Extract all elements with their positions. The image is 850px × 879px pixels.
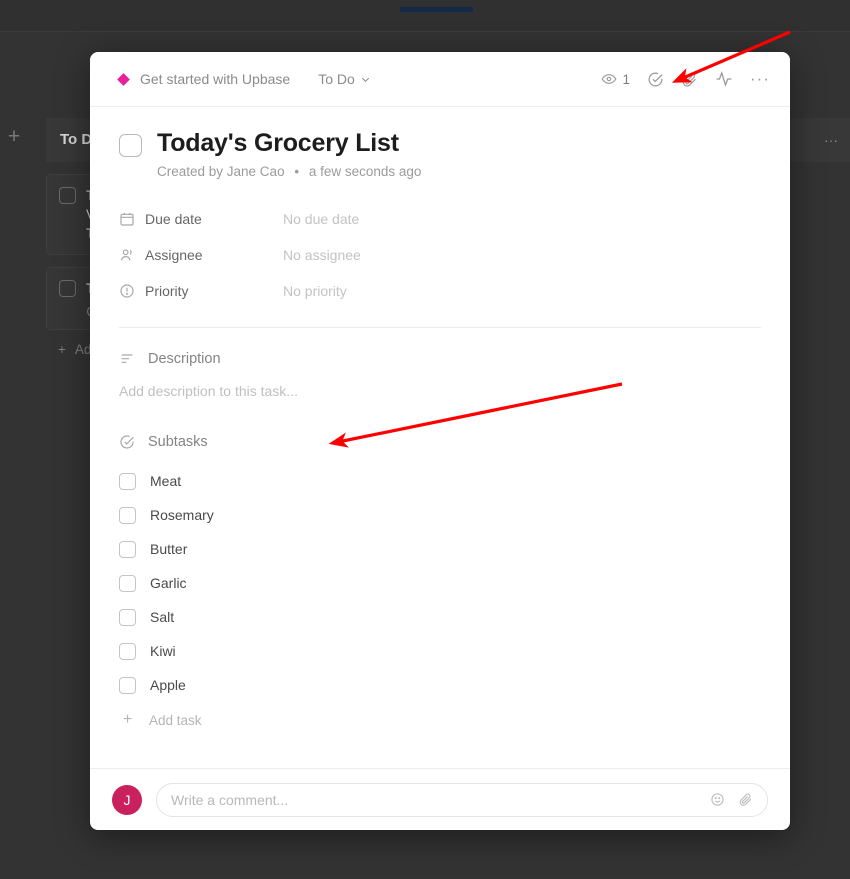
subtask-label: Salt <box>150 609 175 625</box>
activity-pulse-icon[interactable] <box>715 70 733 88</box>
subtask-row[interactable]: Butter <box>119 532 761 566</box>
watchers-button[interactable]: 1 <box>601 71 631 87</box>
add-column-icon[interactable]: + <box>0 118 28 156</box>
subtask-checkbox[interactable] <box>119 506 136 524</box>
diamond-icon <box>117 72 130 86</box>
modal-body: Today's Grocery List Created by Jane Cao… <box>90 107 790 768</box>
subtask-label: Garlic <box>150 575 187 591</box>
plus-icon: + <box>122 711 133 728</box>
property-label-due-date: Due date <box>145 211 202 227</box>
task-status-label: To Do <box>318 71 355 87</box>
property-value-assignee: No assignee <box>283 247 361 263</box>
app-topbar <box>0 0 850 32</box>
comment-input[interactable]: Write a comment... <box>171 792 710 808</box>
property-row-due-date[interactable]: Due date No due date <box>119 201 761 237</box>
subtasks-section-header: Subtasks <box>119 434 761 450</box>
description-input[interactable]: Add description to this task... <box>119 383 761 399</box>
subtask-row[interactable]: Apple <box>119 668 761 702</box>
subtask-label: Butter <box>150 541 188 557</box>
task-status-dropdown[interactable]: To Do <box>318 71 371 87</box>
text-lines-icon <box>119 351 135 367</box>
checkbox-unchecked-icon[interactable] <box>59 280 76 297</box>
check-circle-icon[interactable] <box>647 71 664 88</box>
avatar[interactable]: J <box>112 784 142 815</box>
add-subtask-label: Add task <box>149 712 202 728</box>
subtask-label: Apple <box>150 677 186 693</box>
smiley-icon[interactable] <box>710 792 725 807</box>
subtask-row[interactable]: Meat <box>119 464 761 498</box>
subtask-row[interactable]: Kiwi <box>119 634 761 668</box>
subtask-label: Kiwi <box>150 643 176 659</box>
task-meta: Created by Jane Cao • a few seconds ago <box>157 164 761 179</box>
property-row-assignee[interactable]: Assignee No assignee <box>119 237 761 273</box>
breadcrumb-project-name[interactable]: Get started with Upbase <box>140 71 290 87</box>
subtask-checkbox[interactable] <box>119 608 136 626</box>
task-properties: Due date No due date Assignee No assigne… <box>119 201 761 309</box>
comment-bar: J Write a comment... <box>90 768 790 830</box>
task-created-by: Created by Jane Cao <box>157 164 285 179</box>
subtasks-label: Subtasks <box>148 434 208 450</box>
subtask-label: Meat <box>150 473 182 489</box>
subtask-checkbox[interactable] <box>119 574 136 592</box>
add-subtask-button[interactable]: + Add task <box>119 704 761 736</box>
subtask-checkbox[interactable] <box>119 676 136 694</box>
subtask-row[interactable]: Rosemary <box>119 498 761 532</box>
watchers-count: 1 <box>622 71 631 87</box>
comment-input-wrapper[interactable]: Write a comment... <box>156 782 768 817</box>
property-row-priority[interactable]: Priority No priority <box>119 273 761 309</box>
section-divider <box>119 327 761 328</box>
task-detail-modal: Get started with Upbase To Do 1 ··· Toda… <box>90 52 790 830</box>
check-circle-icon <box>119 434 135 450</box>
paperclip-icon[interactable] <box>681 71 698 88</box>
eye-icon <box>601 74 616 84</box>
person-icon <box>119 247 145 263</box>
subtasks-list: Meat Rosemary Butter Garlic Salt Kiwi Ap… <box>119 464 761 736</box>
meta-separator: • <box>294 164 300 179</box>
modal-header: Get started with Upbase To Do 1 ··· <box>90 52 790 107</box>
task-title-row: Today's Grocery List <box>119 129 761 158</box>
chevron-down-icon <box>361 77 369 82</box>
description-section-header: Description <box>119 351 761 367</box>
property-label-assignee: Assignee <box>145 247 203 263</box>
property-value-due-date: No due date <box>283 211 360 227</box>
property-label-priority: Priority <box>145 283 189 299</box>
calendar-icon <box>119 211 145 227</box>
ellipsis-icon: ··· <box>824 132 838 148</box>
description-label: Description <box>148 351 221 367</box>
subtask-checkbox[interactable] <box>119 540 136 558</box>
board-add-card-label: Ad <box>74 342 92 357</box>
task-complete-checkbox[interactable] <box>119 134 142 157</box>
property-value-priority: No priority <box>283 283 347 299</box>
paperclip-icon[interactable] <box>738 792 753 807</box>
subtask-row[interactable]: Garlic <box>119 566 761 600</box>
plus-icon: + <box>58 342 66 357</box>
page-title: Today's Grocery List <box>157 129 399 157</box>
subtask-row[interactable]: Salt <box>119 600 761 634</box>
subtask-checkbox[interactable] <box>119 642 136 660</box>
subtask-label: Rosemary <box>150 507 214 523</box>
task-created-time: a few seconds ago <box>308 164 422 179</box>
priority-flag-icon <box>119 283 145 299</box>
subtask-checkbox[interactable] <box>119 472 136 490</box>
checkbox-unchecked-icon[interactable] <box>59 187 76 204</box>
ellipsis-icon[interactable]: ··· <box>750 70 770 87</box>
topbar-accent-bar <box>400 7 473 12</box>
modal-header-actions: 1 ··· <box>601 70 771 88</box>
